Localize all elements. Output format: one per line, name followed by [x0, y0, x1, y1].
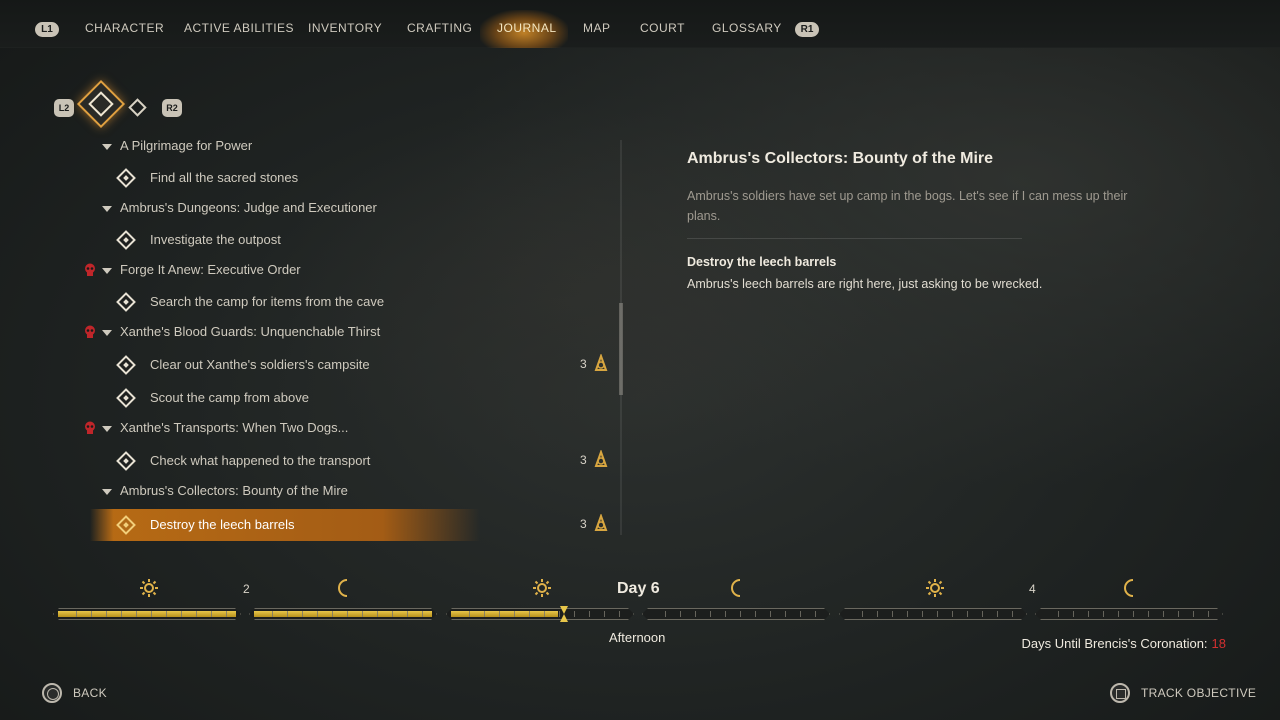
tab-active-abilities[interactable]: ACTIVE ABILITIES	[184, 21, 294, 35]
caret-down-icon	[102, 144, 112, 150]
reward-count: 3	[580, 453, 587, 467]
reward-count: 3	[580, 357, 587, 371]
objective-diamond-icon	[116, 292, 136, 312]
r1-button-hint[interactable]: R1	[795, 22, 819, 37]
caret-down-icon	[102, 426, 112, 432]
tab-glossary[interactable]: GLOSSARY	[712, 21, 782, 35]
skull-icon	[85, 325, 95, 338]
coronation-label: Days Until Brencis's Coronation:	[1021, 636, 1208, 651]
timeline-segment	[53, 608, 241, 620]
quest-title: Ambrus's Collectors: Bounty of the Mire	[120, 483, 348, 498]
quest-row[interactable]: Ambrus's Dungeons: Judge and Executioner	[0, 194, 620, 222]
track-objective-label: TRACK OBJECTIVE	[1141, 686, 1257, 700]
quest-row[interactable]: Ambrus's Collectors: Bounty of the Mire	[0, 477, 620, 505]
objective-row[interactable]: Search the camp for items from the cave	[0, 288, 620, 316]
objective-diamond-icon	[116, 388, 136, 408]
tab-journal[interactable]: JOURNAL	[497, 21, 557, 35]
objective-diamond-icon	[116, 230, 136, 250]
objective-detail-title: Destroy the leech barrels	[687, 255, 837, 269]
objective-label: Search the camp for items from the cave	[150, 294, 385, 309]
next-day-number: 4	[1029, 582, 1036, 596]
objective-label: Clear out Xanthe's soldiers's campsite	[150, 357, 370, 372]
objective-row[interactable]: Investigate the outpost	[0, 226, 620, 254]
objective-label: Investigate the outpost	[150, 232, 281, 247]
day-timeline: 2 Day 6 4 Afternoon Days Until Brencis's…	[0, 572, 1280, 652]
quest-detail-description: Ambrus's soldiers have set up camp in th…	[687, 189, 1128, 223]
sun-icon	[140, 579, 158, 597]
time-of-day-label: Afternoon	[609, 630, 666, 645]
objective-label: Destroy the leech barrels	[150, 517, 295, 532]
l1-button-hint[interactable]: L1	[35, 22, 59, 37]
timeline-segment	[249, 608, 437, 620]
quest-title: Xanthe's Transports: When Two Dogs...	[120, 420, 349, 435]
quest-detail-panel: Ambrus's Collectors: Bounty of the Mire …	[687, 150, 1157, 291]
timeline-ticks	[651, 611, 821, 617]
objective-label: Find all the sacred stones	[150, 170, 299, 185]
current-day-label: Day 6	[617, 580, 660, 597]
moon-icon	[731, 579, 741, 597]
quest-row[interactable]: Forge It Anew: Executive Order	[0, 256, 620, 284]
objective-label: Check what happened to the transport	[150, 453, 371, 468]
coronation-days: 18	[1211, 636, 1226, 651]
skull-icon	[85, 421, 95, 434]
back-label: BACK	[73, 686, 107, 700]
caret-down-icon	[102, 330, 112, 336]
sun-icon	[926, 579, 944, 597]
previous-day-number: 2	[243, 582, 250, 596]
tab-crafting[interactable]: CRAFTING	[407, 21, 472, 35]
quest-row[interactable]: A Pilgrimage for Power	[0, 132, 620, 160]
objective-diamond-icon	[116, 168, 136, 188]
l2-button-hint[interactable]: L2	[54, 99, 74, 117]
skull-icon	[85, 263, 95, 276]
quest-title: Forge It Anew: Executive Order	[120, 262, 301, 277]
timeline-segment	[446, 608, 634, 620]
r2-button-hint[interactable]: R2	[162, 99, 182, 117]
objective-detail-description: Ambrus's leech barrels are right here, j…	[687, 277, 1043, 291]
quest-row[interactable]: Xanthe's Transports: When Two Dogs...	[0, 414, 620, 442]
square-button-icon	[1110, 683, 1130, 703]
timeline-ticks	[258, 611, 428, 617]
quest-row[interactable]: Xanthe's Blood Guards: Unquenchable Thir…	[0, 318, 620, 346]
tab-inventory[interactable]: INVENTORY	[308, 21, 382, 35]
timeline-segment	[1035, 608, 1223, 620]
tab-map[interactable]: MAP	[583, 21, 611, 35]
top-nav: L1 CHARACTER ACTIVE ABILITIES INVENTORY …	[0, 0, 1280, 48]
timeline-segment	[839, 608, 1027, 620]
timeline-ticks	[1044, 611, 1214, 617]
objective-diamond-icon	[116, 451, 136, 471]
objective-row[interactable]: Scout the camp from above	[0, 384, 620, 412]
timeline-ticks	[848, 611, 1018, 617]
quest-title: Ambrus's Dungeons: Judge and Executioner	[120, 200, 377, 215]
quest-title: Xanthe's Blood Guards: Unquenchable Thir…	[120, 324, 381, 339]
moon-icon	[1124, 579, 1134, 597]
quest-detail-title: Ambrus's Collectors: Bounty of the Mire	[687, 150, 994, 167]
groschen-reward-icon	[594, 450, 608, 467]
objective-row[interactable]: Clear out Xanthe's soldiers's campsite 3	[0, 351, 620, 379]
circle-button-icon	[42, 683, 62, 703]
coronation-countdown: Days Until Brencis's Coronation: 18	[1022, 636, 1226, 651]
groschen-reward-icon	[594, 354, 608, 371]
caret-down-icon	[102, 206, 112, 212]
quest-title: A Pilgrimage for Power	[120, 138, 253, 153]
sun-icon	[533, 579, 551, 597]
objective-row[interactable]: Find all the sacred stones	[0, 164, 620, 192]
main-quests-filter-icon[interactable]	[128, 98, 147, 117]
quest-list-scroll-thumb[interactable]	[619, 303, 623, 395]
groschen-reward-icon	[594, 514, 608, 531]
timeline-ticks	[455, 611, 625, 617]
objective-row[interactable]: Check what happened to the transport 3	[0, 447, 620, 475]
detail-divider	[687, 238, 1022, 239]
objective-row-selected[interactable]: Destroy the leech barrels 3	[0, 509, 620, 541]
moon-icon	[338, 579, 348, 597]
reward-count: 3	[580, 517, 587, 531]
caret-down-icon	[102, 268, 112, 274]
objective-label: Scout the camp from above	[150, 390, 309, 405]
timeline-segment	[642, 608, 830, 620]
caret-down-icon	[102, 489, 112, 495]
quest-list: A Pilgrimage for Power Find all the sacr…	[0, 132, 640, 542]
timeline-ticks	[62, 611, 232, 617]
tab-character[interactable]: CHARACTER	[85, 21, 164, 35]
tab-court[interactable]: COURT	[640, 21, 685, 35]
objective-diamond-icon	[116, 355, 136, 375]
